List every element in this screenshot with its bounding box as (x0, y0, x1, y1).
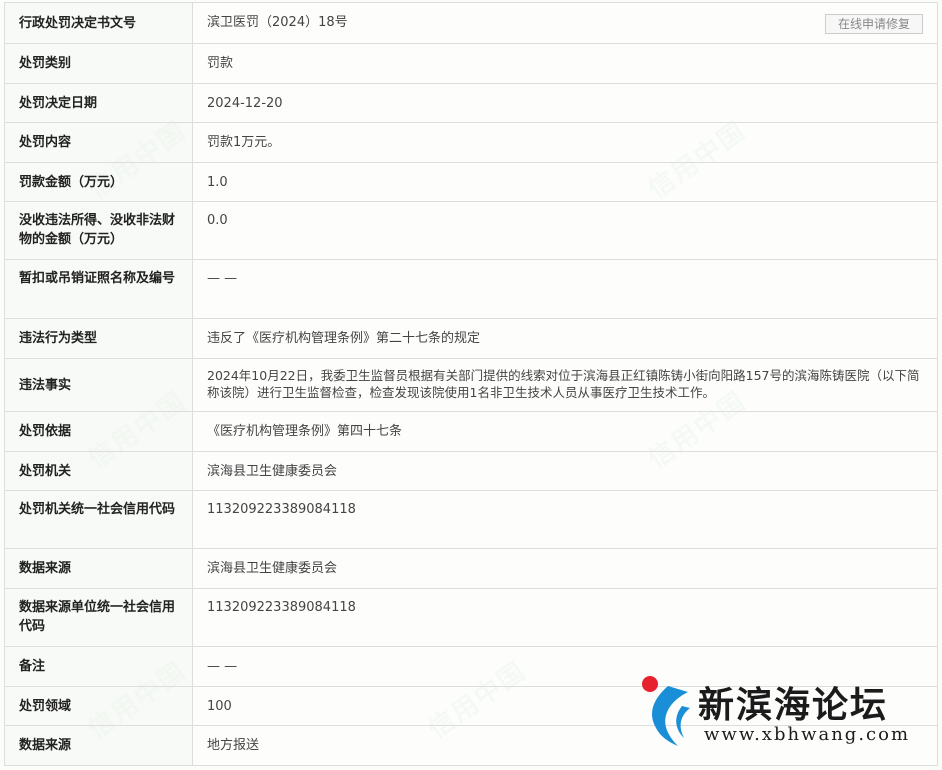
logo-swoosh-icon (652, 686, 690, 746)
row-value: 滨海县卫生健康委员会 (192, 548, 938, 589)
row-label: 数据来源 (4, 725, 193, 766)
row-value: 0.0 (192, 201, 938, 260)
row-value: 罚款 (192, 43, 938, 84)
row-value: 2024-12-20 (192, 83, 938, 123)
row-value: 滨海县卫生健康委员会 (192, 451, 938, 491)
row-label: 行政处罚决定书文号 (4, 2, 193, 44)
table-row: 没收违法所得、没收非法财物的金额（万元） 0.0 (4, 201, 938, 260)
table-row: 处罚依据 《医疗机构管理条例》第四十七条 (4, 411, 938, 452)
row-value: 113209223389084118 (192, 588, 938, 647)
table-row: 数据来源单位统一社会信用代码 113209223389084118 (4, 588, 938, 647)
table-row: 处罚内容 罚款1万元。 (4, 122, 938, 163)
row-label: 处罚机关统一社会信用代码 (4, 490, 193, 549)
row-label: 处罚内容 (4, 122, 193, 163)
page: 信用中国 信用中国 信用中国 信用中国 信用中国 信用中国 行政处罚决定书文号 … (0, 0, 942, 770)
table-row: 处罚机关统一社会信用代码 113209223389084118 (4, 490, 938, 549)
row-label: 处罚依据 (4, 411, 193, 452)
row-label: 罚款金额（万元） (4, 162, 193, 202)
row-label: 数据来源单位统一社会信用代码 (4, 588, 193, 647)
logo-title: 新滨海论坛 (698, 685, 889, 726)
row-value: — — (192, 259, 938, 319)
logo-mark-icon (638, 676, 696, 748)
row-label: 备注 (4, 646, 193, 687)
logo-url: www.xbhwang.com (704, 724, 911, 745)
table-row: 违法行为类型 违反了《医疗机构管理条例》第二十七条的规定 (4, 318, 938, 359)
row-label: 违法事实 (4, 358, 193, 412)
table-row: 处罚类别 罚款 (4, 43, 938, 84)
row-value: 113209223389084118 (192, 490, 938, 549)
table-row: 暂扣或吊销证照名称及编号 — — (4, 259, 938, 319)
row-value: 2024年10月22日，我委卫生监督员根据有关部门提供的线索对位于滨海县正红镇陈… (192, 358, 938, 412)
row-value: 滨卫医罚（2024）18号 (207, 14, 348, 30)
penalty-info-table: 行政处罚决定书文号 滨卫医罚（2024）18号 在线申请修复 处罚类别 罚款 处… (4, 2, 938, 766)
row-label: 暂扣或吊销证照名称及编号 (4, 259, 193, 319)
row-value-cell: 滨卫医罚（2024）18号 在线申请修复 (192, 2, 938, 44)
row-label: 处罚类别 (4, 43, 193, 84)
row-value: 罚款1万元。 (192, 122, 938, 163)
table-row: 罚款金额（万元） 1.0 (4, 162, 938, 202)
table-row: 处罚决定日期 2024-12-20 (4, 83, 938, 123)
table-row: 违法事实 2024年10月22日，我委卫生监督员根据有关部门提供的线索对位于滨海… (4, 358, 938, 412)
row-label: 数据来源 (4, 548, 193, 589)
row-label: 没收违法所得、没收非法财物的金额（万元） (4, 201, 193, 260)
online-repair-button[interactable]: 在线申请修复 (824, 13, 923, 34)
site-logo: 新滨海论坛 www.xbhwang.com (638, 672, 928, 750)
row-label: 处罚机关 (4, 451, 193, 491)
row-value: 违反了《医疗机构管理条例》第二十七条的规定 (192, 318, 938, 359)
row-value: 1.0 (192, 162, 938, 202)
table-row: 行政处罚决定书文号 滨卫医罚（2024）18号 在线申请修复 (4, 2, 938, 44)
table-row: 处罚机关 滨海县卫生健康委员会 (4, 451, 938, 491)
row-label: 违法行为类型 (4, 318, 193, 359)
row-label: 处罚领域 (4, 686, 193, 726)
row-label: 处罚决定日期 (4, 83, 193, 123)
table-row: 数据来源 滨海县卫生健康委员会 (4, 548, 938, 589)
row-value: 《医疗机构管理条例》第四十七条 (192, 411, 938, 452)
